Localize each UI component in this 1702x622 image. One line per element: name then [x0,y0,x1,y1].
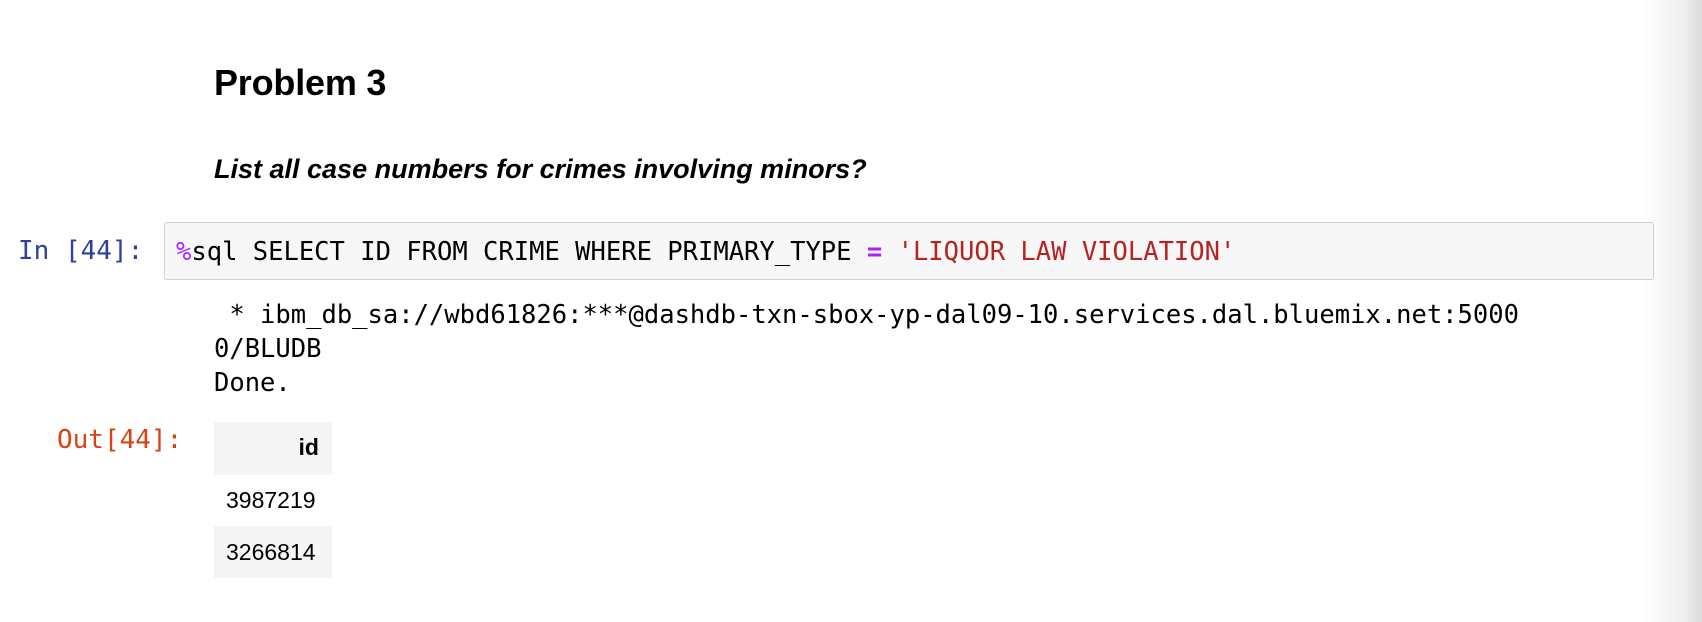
code-operator: = [866,237,883,267]
table-row: 3266814 [214,526,332,578]
output-prompt: Out[44]: [57,425,183,455]
table-cell-id: 3266814 [214,526,332,578]
input-prompt: In [44]: [18,236,144,266]
stdout-line-connection-cont: 0/BLUDB [214,334,322,364]
problem-heading: Problem 3 [214,62,387,103]
code-cell-editor[interactable]: %sql SELECT ID FROM CRIME WHERE PRIMARY_… [164,222,1654,280]
column-header-id: id [214,422,332,475]
code-line[interactable]: %sql SELECT ID FROM CRIME WHERE PRIMARY_… [176,237,1235,267]
table-header-row: id [214,422,332,475]
code-sql-text: sql SELECT ID FROM CRIME WHERE PRIMARY_T… [191,237,867,267]
cell-stdout: * ibm_db_sa://wbd61826:***@dashdb-txn-sb… [214,298,1519,400]
stdout-line-connection: * ibm_db_sa://wbd61826:***@dashdb-txn-sb… [214,300,1519,330]
stdout-line-done: Done. [214,368,291,398]
window-edge-shadow [1642,0,1702,622]
table-row: 3987219 [214,474,332,526]
problem-question: List all case numbers for crimes involvi… [214,154,867,184]
code-string-literal: 'LIQUOR LAW VIOLATION' [897,237,1236,267]
table-cell-id: 3987219 [214,474,332,526]
magic-symbol: % [176,237,192,267]
result-table: id 3987219 3266814 [214,422,332,578]
